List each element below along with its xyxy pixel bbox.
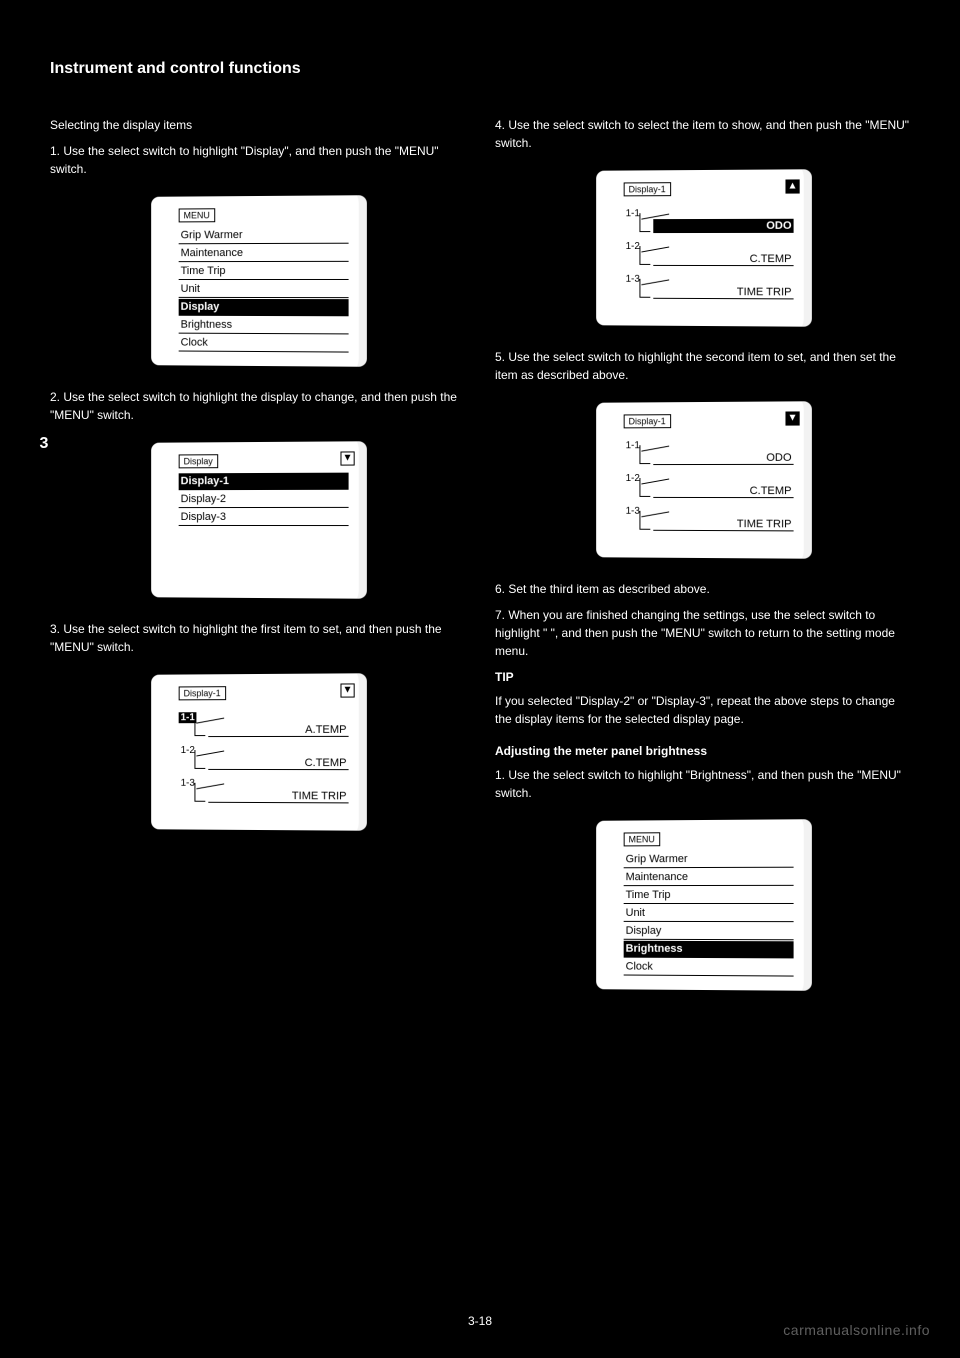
menu-item: Maintenance xyxy=(178,245,348,262)
slot-value: TIME TRIP xyxy=(653,285,793,300)
menu-item: Time Trip xyxy=(623,887,793,904)
figure-menu-brightness: MENU Grip WarmerMaintenanceTime TripUnit… xyxy=(495,810,910,1000)
step-right-4: 4. Use the select switch to select the i… xyxy=(495,116,910,152)
menu-item: Unit xyxy=(178,281,348,298)
menu-item: Display-2 xyxy=(178,491,348,508)
lcd-tag: Display-1 xyxy=(623,182,670,196)
figure-display1-odo-selected: Display-1 ▲ 1-1ODO1-2C.TEMP1-3TIME TRIP xyxy=(495,160,910,336)
step-left-3: 3. Use the select switch to highlight th… xyxy=(50,620,465,656)
menu-item: Clock xyxy=(178,335,348,353)
step-right-7: 7. When you are finished changing the se… xyxy=(495,606,910,660)
menu-item: Maintenance xyxy=(623,869,793,886)
slot-value: A.TEMP xyxy=(208,723,348,737)
slot-value: ODO xyxy=(653,219,793,233)
slot-value: C.TEMP xyxy=(653,484,793,498)
menu-item: Display xyxy=(623,923,793,940)
figure-menu-display: MENU Grip WarmerMaintenanceTime TripUnit… xyxy=(50,186,465,376)
down-arrow-icon: ▼ xyxy=(340,683,354,697)
lcd-tag: MENU xyxy=(178,208,214,222)
tip-label: TIP xyxy=(495,670,910,684)
step-right-5: 5. Use the select switch to highlight th… xyxy=(495,348,910,384)
left-column: Selecting the display items 1. Use the s… xyxy=(50,108,465,1012)
menu-item: Time Trip xyxy=(178,263,348,280)
slot-value: ODO xyxy=(653,451,793,465)
right-column: 4. Use the select switch to select the i… xyxy=(495,108,910,1012)
step-left-1: 1. Use the select switch to highlight "D… xyxy=(50,142,465,178)
step-brightness-1: 1. Use the select switch to highlight "B… xyxy=(495,766,910,802)
step-left-2: 2. Use the select switch to highlight th… xyxy=(50,388,465,424)
figure-display1-slot1: Display-1 ▼ 1-1A.TEMP1-2C.TEMP1-3TIME TR… xyxy=(50,664,465,840)
slot-value: TIME TRIP xyxy=(653,517,793,532)
slot-value: TIME TRIP xyxy=(208,789,348,804)
menu-item: Display xyxy=(178,299,348,316)
page-number: 3-18 xyxy=(468,1314,492,1328)
up-arrow-icon: ▲ xyxy=(785,179,799,193)
tip-text: If you selected "Display-2" or "Display-… xyxy=(495,692,910,728)
menu-item: Unit xyxy=(623,905,793,922)
step-right-6: 6. Set the third item as described above… xyxy=(495,580,910,598)
lcd-tag: Display xyxy=(178,454,217,468)
slot-value: C.TEMP xyxy=(208,756,348,770)
down-arrow-icon: ▼ xyxy=(340,451,354,465)
figure-display-select: Display ▼ Display-1Display-2Display-3 xyxy=(50,432,465,608)
figure-display1-after: Display-1 ▼ 1-1ODO1-2C.TEMP1-3TIME TRIP xyxy=(495,392,910,568)
section-brightness: Adjusting the meter panel brightness xyxy=(495,744,910,758)
watermark: carmanualsonline.info xyxy=(783,1322,930,1338)
slot-value: C.TEMP xyxy=(653,252,793,266)
menu-item: Grip Warmer xyxy=(623,851,793,869)
menu-item: Grip Warmer xyxy=(178,227,348,245)
para-select-display-items: Selecting the display items xyxy=(50,116,465,134)
menu-item: Brightness xyxy=(178,317,348,335)
lcd-tag: MENU xyxy=(623,832,659,846)
page-header: Instrument and control functions xyxy=(50,60,910,78)
menu-item: Brightness xyxy=(623,941,793,959)
menu-item: Display-3 xyxy=(178,509,348,526)
lcd-tag: Display-1 xyxy=(178,686,225,700)
chapter-tab: 3 xyxy=(30,430,58,458)
lcd-tag: Display-1 xyxy=(623,414,670,428)
menu-item: Display-1 xyxy=(178,473,348,491)
down-arrow-icon: ▼ xyxy=(785,411,799,425)
menu-item: Clock xyxy=(623,959,793,977)
